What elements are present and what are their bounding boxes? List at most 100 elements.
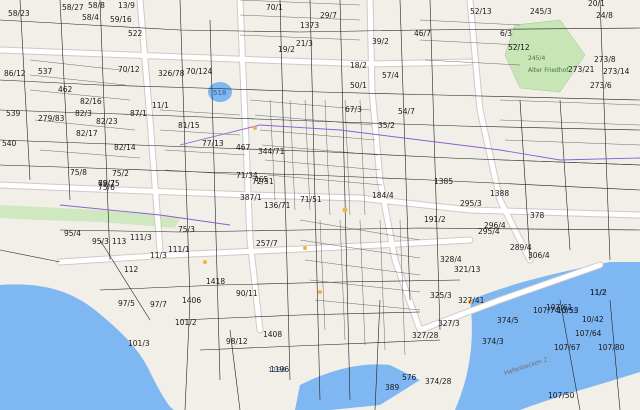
parcel-label: 522 [128, 29, 143, 38]
map-canvas[interactable]: 518 1196 11/2 10/53 Hafenbecken 2 Alter … [0, 0, 640, 410]
parcel-label: 321/13 [454, 265, 481, 274]
green-label-245-4: 245/4 [528, 55, 545, 62]
parcel-label: 1406 [182, 296, 201, 305]
parcel-label: 1385 [434, 177, 453, 186]
parcel-label: 257/7 [256, 239, 278, 248]
parcel-label: 70/12 [118, 65, 140, 74]
parcel-label: 21/3 [296, 39, 313, 48]
parcel-label: 52/12 [508, 43, 530, 52]
green-labels: 245/4 [528, 55, 545, 62]
parcel-label: 295/3 [460, 199, 482, 208]
parcel-label: 95/4 [64, 229, 81, 238]
cadastral-map[interactable]: 518 1196 11/2 10/53 Hafenbecken 2 Alter … [0, 0, 640, 410]
parcel-label: 576 [402, 373, 417, 382]
parcel-label: 20/1 [588, 0, 605, 8]
parcel-label: 107/67 [554, 343, 581, 352]
parcel-label: 58/4 [82, 13, 99, 22]
parcel-label: 59/16 [110, 15, 132, 24]
parcel-label: 344/71 [258, 147, 285, 156]
parcel-label: 273/14 [603, 67, 630, 76]
parcel-label: 467 [236, 143, 251, 152]
parcel-label: 327/3 [438, 319, 460, 328]
parcel-label: 24/8 [596, 11, 613, 20]
parcel-label: 295/4 [478, 227, 500, 236]
parcel-label: 67/3 [345, 105, 362, 114]
parcel-label: 11/2 [590, 288, 607, 297]
parcel-label: 52/13 [470, 7, 492, 16]
parcel-label: 539 [6, 109, 21, 118]
parcel-label: 1373 [300, 21, 319, 30]
parcel-label: 111/1 [168, 245, 190, 254]
parcel-label: 111/3 [130, 233, 152, 242]
parcel-label: 13/9 [118, 1, 135, 10]
parcel-label: 328/4 [440, 255, 462, 264]
parcel-label: 136/71 [264, 201, 291, 210]
parcel-label: 87/1 [130, 109, 147, 118]
parcel-label: 75/3 [178, 225, 195, 234]
parcel-label: 35/2 [378, 121, 395, 130]
parcel-label: 107/50 [548, 391, 575, 400]
parcel-label: 107/74 [533, 306, 560, 315]
street-label-cemetery: Alter Friedhof [528, 67, 569, 74]
parcel-label: 71/34 [236, 171, 258, 180]
parcel-label: 273/8 [594, 55, 616, 64]
parcel-label: 1196 [270, 365, 289, 374]
parcel-label: 273/21 [568, 65, 595, 74]
parcel-label: 374/3 [482, 337, 504, 346]
parcel-label: 11/3 [150, 251, 167, 260]
parcel-label: 19/2 [278, 45, 295, 54]
parcel-label: 389 [385, 383, 400, 392]
parcel-label: 1418 [206, 277, 225, 286]
parcel-label: 81/15 [178, 121, 200, 130]
parcel-label: 50/1 [350, 81, 367, 90]
parcel-label: 69/7 [98, 179, 115, 188]
parcel-label: 378 [530, 211, 545, 220]
parcel-label: 1388 [490, 189, 509, 198]
parcel-label: 82/23 [96, 117, 118, 126]
parcel-label: 10/53 [557, 306, 579, 315]
parcel-label: 77/13 [202, 139, 224, 148]
parcel-label: 273/6 [590, 81, 612, 90]
parcel-label: 101/2 [175, 318, 197, 327]
parcel-label: 325/3 [430, 291, 452, 300]
parcel-label: 101/3 [128, 339, 150, 348]
parcel-label: 39/2 [372, 37, 389, 46]
parcel-label: 82/14 [114, 143, 136, 152]
parcel-label: 326/78 [158, 69, 185, 78]
parcel-label: 75/8 [70, 168, 87, 177]
parcel-label: 1408 [263, 330, 282, 339]
parcel-label: 58/23 [8, 9, 30, 18]
parcel-label: 245/3 [530, 7, 552, 16]
parcel-label: 95/3 [92, 237, 109, 246]
parcel-label: 86/12 [4, 69, 26, 78]
parcel-label: 387/1 [240, 193, 262, 202]
water-label-518: 518 [213, 89, 226, 97]
parcel-label: 184/4 [372, 191, 394, 200]
parcel-label: 112 [124, 265, 139, 274]
parcel-label: 107/64 [575, 329, 602, 338]
parcel-label: 82/3 [75, 109, 92, 118]
parcel-label: 98/12 [226, 337, 248, 346]
parcel-label: 107/80 [598, 343, 625, 352]
parcel-label: 191/2 [424, 215, 446, 224]
parcel-label: 70/1 [266, 3, 283, 12]
parcel-label: 57/4 [382, 71, 399, 80]
parcel-label: 537 [38, 67, 53, 76]
parcel-label: 18/2 [350, 61, 367, 70]
parcel-label: 6/3 [500, 29, 512, 38]
parcel-label: 11/1 [152, 101, 169, 110]
parcel-label: 97/5 [118, 299, 135, 308]
parcel-label: 70/124 [186, 67, 213, 76]
parcel-label: 54/7 [398, 107, 415, 116]
parcel-label: 10/42 [582, 315, 604, 324]
parcel-label: 75/2 [112, 169, 129, 178]
parcel-label: 29/7 [320, 11, 337, 20]
parcel-label: 113 [112, 237, 127, 246]
parcel-label: 58/8 [88, 1, 105, 10]
parcel-label: 58/27 [62, 3, 84, 12]
parcel-label: 540 [2, 139, 17, 148]
parcel-label: 374/5 [497, 316, 519, 325]
parcel-label: 82/17 [76, 129, 98, 138]
parcel-label: 71/51 [300, 195, 322, 204]
parcel-label: 279/83 [38, 114, 65, 123]
